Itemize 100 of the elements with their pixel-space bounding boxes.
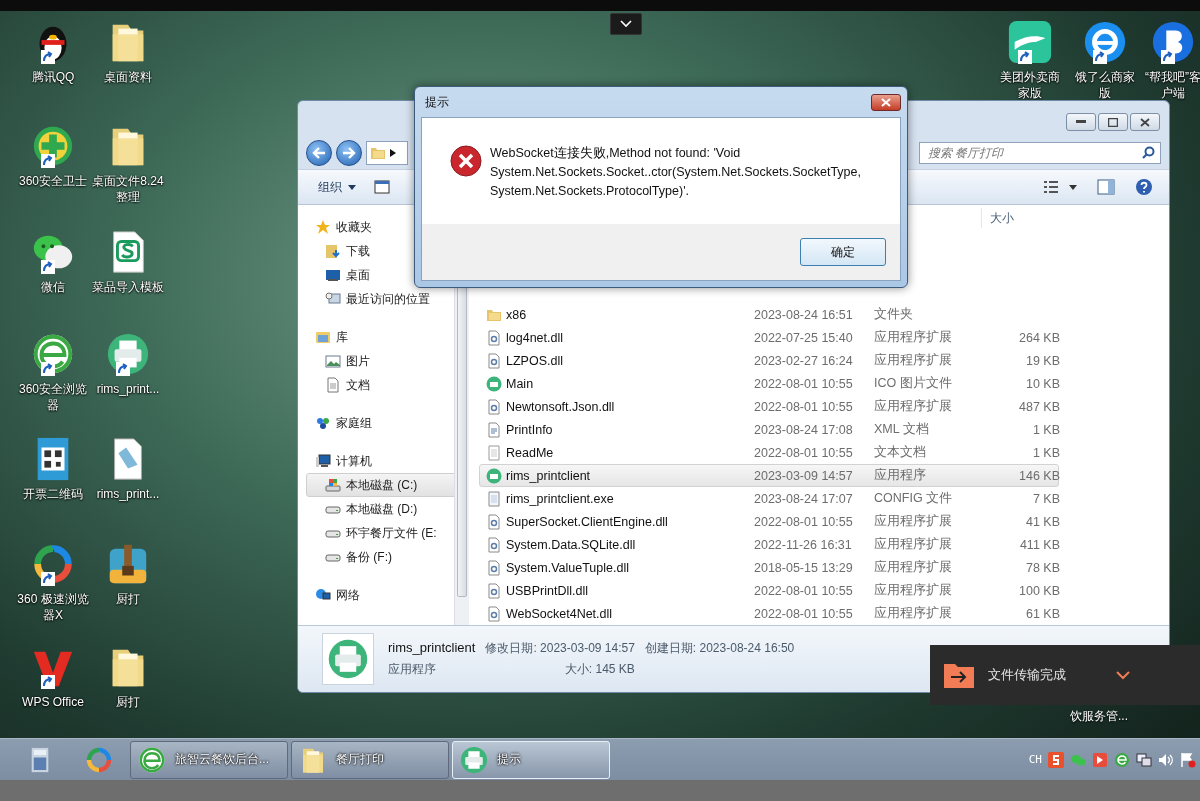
printer-icon: [486, 467, 502, 484]
desktop-icon-label[interactable]: 饿了么商家版: [1074, 69, 1136, 101]
file-row[interactable]: Newtonsoft.Json.dll 2022-08-01 10:55 应用程序扩展 487 KB: [479, 395, 1059, 418]
desktop-icon-label[interactable]: 桌面文件8.24整理: [91, 173, 165, 205]
minimize-icon: [1076, 120, 1086, 124]
nav-item[interactable]: 备份 (F:): [306, 545, 458, 569]
nav-item[interactable]: 库: [306, 325, 458, 349]
app-tray-icon[interactable]: [1092, 751, 1108, 768]
desktop-icon-label[interactable]: 微信: [41, 279, 65, 295]
file-row[interactable]: log4net.dll 2022-07-25 15:40 应用程序扩展 264 KB: [479, 326, 1059, 349]
config-file-icon: [486, 490, 502, 507]
nav-item[interactable]: 收藏夹: [306, 215, 458, 239]
shortcut-arrow-icon: [1018, 50, 1032, 64]
printer-icon: [326, 637, 370, 681]
desktop-icon-label[interactable]: 360 极速浏览器X: [16, 591, 90, 623]
desktop-icon-label[interactable]: 桌面资料: [104, 69, 152, 85]
preview-pane-icon[interactable]: [1097, 179, 1115, 195]
view-options-icon[interactable]: [1043, 180, 1077, 194]
desktop-icon-label[interactable]: 厨打: [116, 591, 140, 607]
desktop-icon-label[interactable]: 饮服务管...: [1070, 708, 1128, 725]
file-row[interactable]: SuperSocket.ClientEngine.dll 2022-08-01 10:55 应用程序扩展 41 KB: [479, 510, 1059, 533]
gear-file-icon: [486, 513, 502, 530]
desktop-icon-label[interactable]: 美团外卖商家版: [999, 69, 1061, 101]
desktop-icon-label[interactable]: WPS Office: [22, 694, 84, 710]
nav-item[interactable]: 下载: [306, 239, 458, 263]
dialog-title: 提示: [424, 93, 449, 111]
file-row[interactable]: x86 2023-08-24 16:51 文件夹: [479, 303, 1059, 326]
shortcut-arrow-icon: [41, 572, 55, 586]
desktop-icon-label[interactable]: 360安全卫士: [19, 173, 87, 189]
network-tray-icon[interactable]: [1136, 751, 1152, 768]
close-button[interactable]: [1130, 113, 1160, 131]
desktop-icon-label[interactable]: 菜品导入模板: [92, 279, 164, 295]
text-file-icon: [486, 444, 502, 461]
close-icon: [881, 97, 891, 107]
nav-item[interactable]: 家庭组: [306, 411, 458, 435]
file-row[interactable]: LZPOS.dll 2023-02-27 16:24 应用程序扩展 19 KB: [479, 349, 1059, 372]
dropdown-button[interactable]: [610, 13, 642, 35]
desktop-icon-label[interactable]: “帮我吧”客户端: [1142, 69, 1200, 101]
gear-file-icon: [486, 329, 502, 346]
nav-item[interactable]: 桌面: [306, 263, 458, 287]
arrow-left-icon: [312, 147, 326, 159]
browser-tray-icon[interactable]: [1114, 751, 1130, 768]
column-header[interactable]: 大小: [981, 207, 1051, 228]
file-row[interactable]: rims_printclient.exe 2023-08-24 17:07 CONFIG 文件 7 KB: [479, 487, 1059, 510]
nav-item[interactable]: 最近访问的位置: [306, 287, 458, 311]
desktop-icon-label[interactable]: 腾讯QQ: [31, 69, 75, 85]
file-row[interactable]: Main 2022-08-01 10:55 ICO 图片文件 10 KB: [479, 372, 1059, 395]
address-field[interactable]: [366, 141, 408, 165]
nav-item[interactable]: 本地磁盘 (D:): [306, 497, 458, 521]
printer-icon: [459, 744, 489, 775]
desktop-icon-label[interactable]: 360安全浏览器: [16, 381, 90, 413]
desktop-icon-label[interactable]: 开票二维码: [23, 486, 83, 502]
file-row[interactable]: PrintInfo 2023-08-24 17:08 XML 文档 1 KB: [479, 418, 1059, 441]
recent-places-icon: [325, 291, 341, 307]
picture-icon: [325, 353, 341, 369]
gear-file-icon: [486, 559, 502, 576]
system-drive-icon: [325, 477, 341, 493]
back-button[interactable]: [306, 140, 332, 166]
shortcut-arrow-icon: [1161, 50, 1175, 64]
file-row[interactable]: rims_printclient 2023-03-09 14:57 应用程序 146 KB: [479, 464, 1059, 487]
shortcut-arrow-icon: [41, 50, 55, 64]
maximize-icon: [1108, 117, 1118, 127]
desktop-icon-label[interactable]: rims_print...: [96, 381, 160, 397]
nav-item[interactable]: 环宇餐厅文件 (E:: [306, 521, 458, 545]
minimize-button[interactable]: [1066, 113, 1096, 131]
input-method-icon[interactable]: [1048, 751, 1064, 768]
search-field[interactable]: 搜索 餐厅打印: [919, 142, 1161, 164]
ok-button[interactable]: 确定: [800, 238, 886, 266]
file-row[interactable]: System.Data.SQLite.dll 2022-11-26 16:31 应用程序扩展 411 KB: [479, 533, 1059, 556]
desktop-icon-label[interactable]: rims_print...: [96, 486, 160, 502]
nav-item[interactable]: 文档: [306, 373, 458, 397]
error-icon: [450, 145, 482, 177]
homegroup-icon: [315, 415, 331, 431]
chevron-down-icon[interactable]: [1116, 670, 1130, 680]
caret-icon: [348, 184, 356, 190]
help-icon[interactable]: [1135, 178, 1153, 196]
organize-menu-button[interactable]: 组织: [310, 176, 364, 198]
flag-warning-icon[interactable]: [1180, 751, 1196, 768]
gear-file-icon: [486, 536, 502, 553]
xml-file-icon: [486, 421, 502, 438]
shortcut-arrow-icon: [41, 362, 55, 376]
file-row[interactable]: System.ValueTuple.dll 2018-05-15 13:29 应用程序扩展 78 KB: [479, 556, 1059, 579]
shortcut-arrow-icon: [41, 260, 55, 274]
search-icon: [1142, 146, 1155, 159]
shortcut-arrow-icon: [41, 154, 55, 168]
file-row[interactable]: ReadMe 2022-08-01 10:55 文本文档 1 KB: [479, 441, 1059, 464]
forward-button[interactable]: [336, 140, 362, 166]
file-row[interactable]: USBPrintDll.dll 2022-08-01 10:55 应用程序扩展 100 KB: [479, 579, 1059, 602]
maximize-button[interactable]: [1098, 113, 1128, 131]
file-row[interactable]: WebSocket4Net.dll 2022-08-01 10:55 应用程序扩展 61 KB: [479, 602, 1059, 625]
nav-item[interactable]: 网络: [306, 583, 458, 607]
desktop-icon-label[interactable]: 厨打: [116, 694, 140, 710]
close-icon: [1140, 117, 1150, 127]
close-button[interactable]: [871, 93, 901, 111]
nav-item[interactable]: 图片: [306, 349, 458, 373]
printer-icon: [486, 375, 502, 392]
nav-item[interactable]: 计算机: [306, 449, 458, 473]
open-window-icon[interactable]: [374, 179, 390, 195]
gear-file-icon: [486, 605, 502, 622]
shortcut-arrow-icon: [41, 675, 55, 689]
